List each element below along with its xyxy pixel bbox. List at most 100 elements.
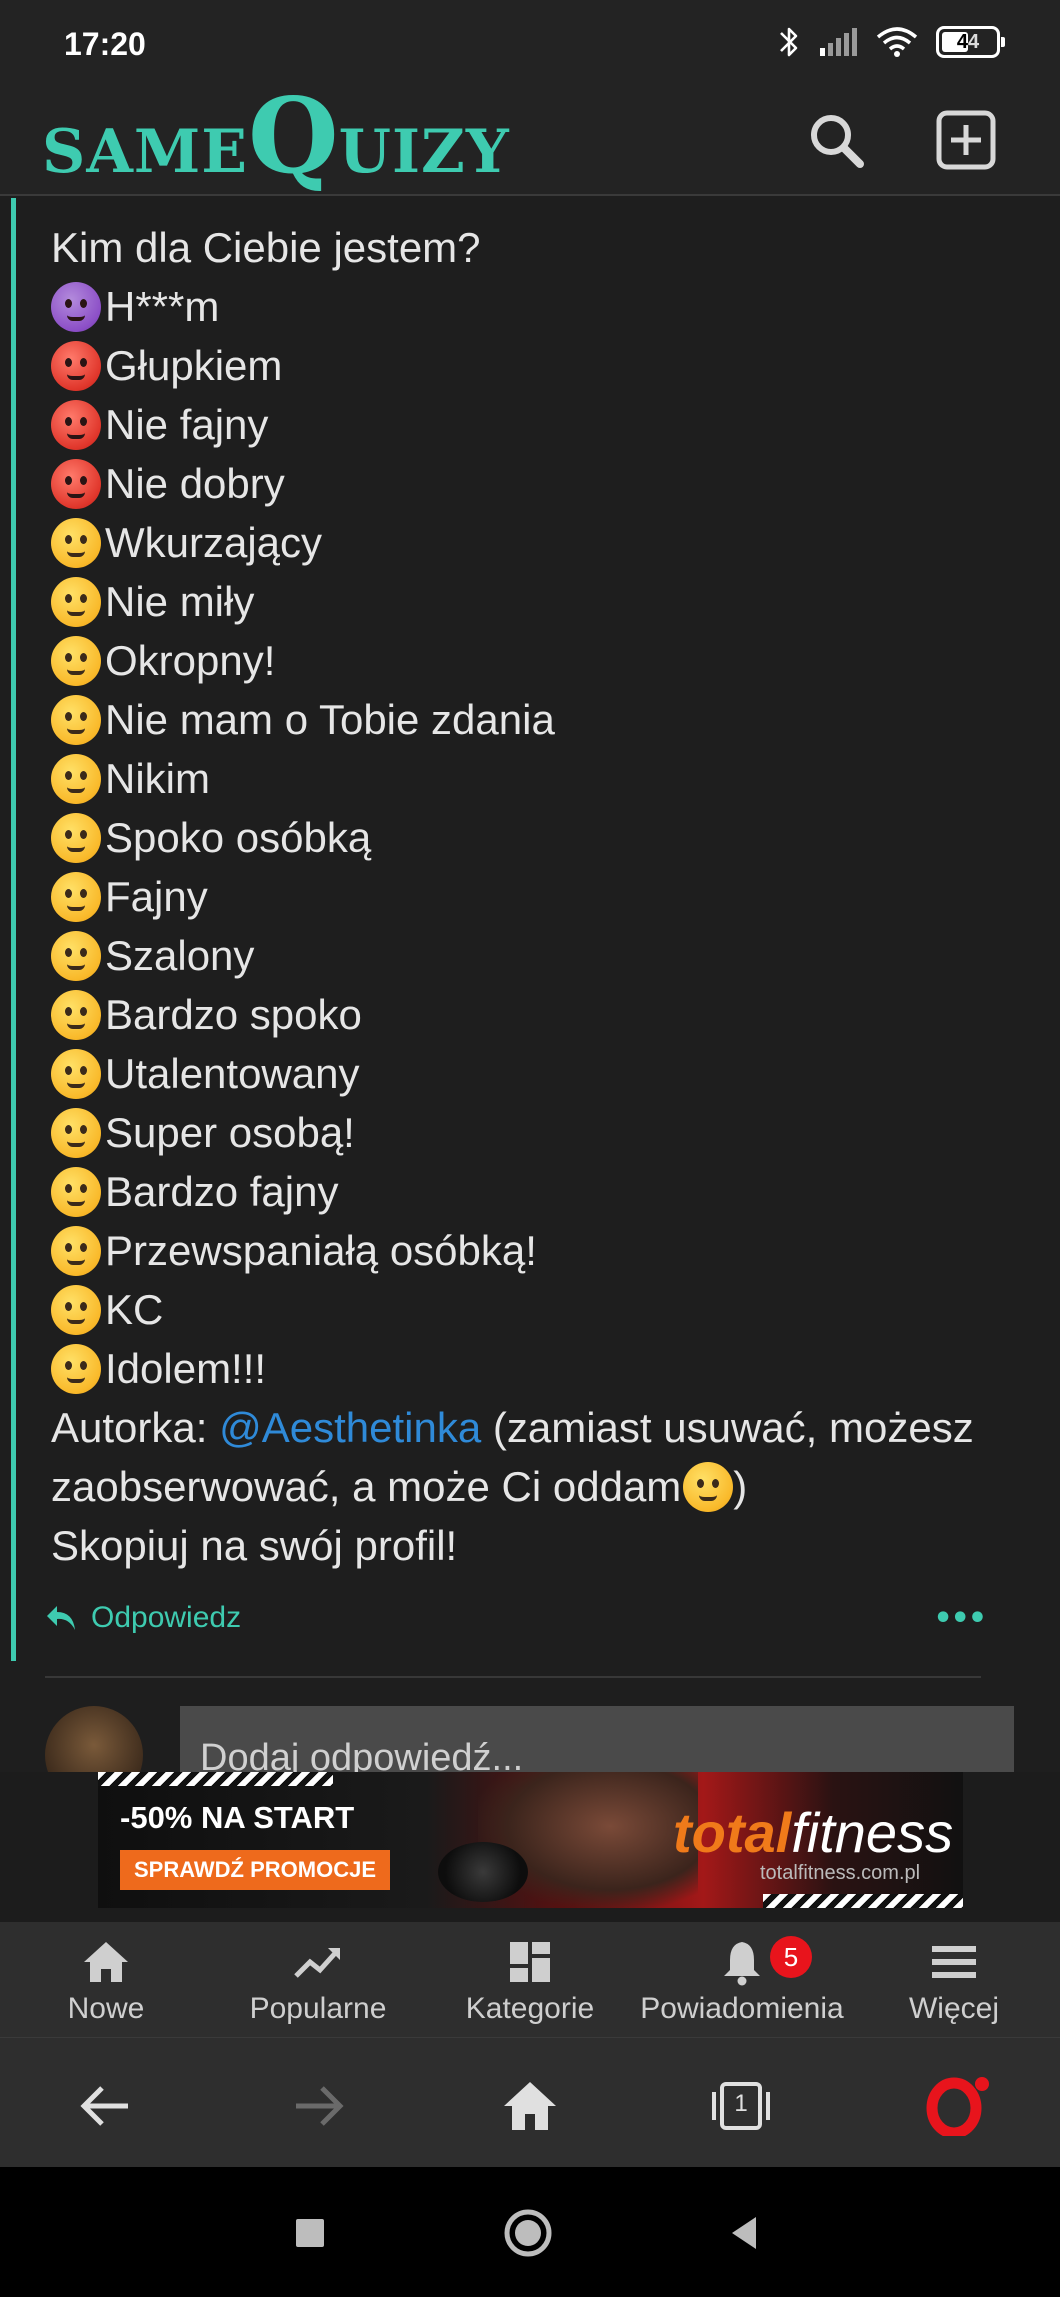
search-icon[interactable] — [804, 108, 868, 172]
comment-line-text: Super osobą! — [105, 1109, 355, 1156]
pouting-face-icon — [51, 458, 101, 509]
comment-line: Fajny — [51, 867, 1011, 926]
comment-line: Nie fajny — [51, 395, 1011, 454]
footer-line: Skopiuj na swój profil! — [51, 1522, 458, 1569]
ad-banner[interactable]: -50% NA START SPRAWDŹ PROMOCJE totalfitn… — [98, 1772, 963, 1908]
flushed-face-icon — [51, 694, 101, 745]
nav-label: Powiadomienia — [640, 1992, 844, 2025]
nav-item-popularne[interactable]: Popularne — [212, 1922, 424, 2037]
comment-line-text: Bardzo fajny — [105, 1168, 339, 1215]
author-prefix: Autorka: — [51, 1404, 220, 1451]
star-struck-face-icon — [51, 1343, 101, 1394]
menu-icon — [932, 1946, 976, 1978]
crying-face-icon — [51, 635, 101, 686]
nav-label: Nowe — [67, 1992, 145, 2025]
forward-arrow-icon[interactable] — [288, 2076, 348, 2136]
comment-line-text: Głupkiem — [105, 342, 283, 389]
opera-icon[interactable] — [922, 2076, 992, 2136]
ad-cta-button[interactable]: SPRAWDŹ PROMOCJE — [120, 1850, 391, 1890]
comment-line: Wkurzający — [51, 513, 1011, 572]
comment-line-text: Przewspaniałą osóbką! — [105, 1227, 537, 1274]
zany-face-icon — [51, 930, 101, 981]
reply-arrow-icon — [47, 1606, 75, 1630]
battery-icon: 44 — [936, 26, 1005, 58]
plus-square-icon[interactable] — [934, 108, 998, 172]
ad-brand-fitness: fitness — [791, 1801, 954, 1864]
author-mention-link[interactable]: @Aesthetinka — [219, 1398, 481, 1457]
comment-line-text: Nie fajny — [105, 401, 269, 448]
nav-label: Kategorie — [465, 1992, 595, 2025]
angry-face-icon — [51, 399, 101, 450]
nav-label: Popularne — [249, 1992, 387, 2025]
winking-face-icon — [51, 1166, 101, 1217]
reply-label: Odpowiedz — [91, 1601, 242, 1634]
comment-line: Nie dobry — [51, 454, 1011, 513]
comment-line-text: H***m — [105, 283, 220, 330]
samequizy-logo[interactable]: sameQuizy — [42, 84, 510, 188]
reply-input[interactable] — [180, 1706, 1014, 1772]
smiling-hearts-face-icon — [51, 1225, 101, 1276]
comment-line: Kim dla Ciebie jestem? — [51, 218, 1011, 277]
ad-url: totalfitness.com.pl — [760, 1862, 921, 1884]
reply-compose — [0, 1706, 1060, 1772]
ad-stripes — [98, 1772, 333, 1786]
comment-line: Przewspaniałą osóbką! — [51, 1221, 1011, 1280]
comment-line: Super osobą! — [51, 1103, 1011, 1162]
tabs-icon[interactable]: 1 — [708, 2076, 774, 2136]
comment-line-text: Utalentowany — [105, 1050, 360, 1097]
notification-badge: 5 — [770, 1936, 812, 1978]
bell-icon — [724, 1942, 760, 1986]
comment-line-text: Kim dla Ciebie jestem? — [51, 224, 481, 271]
comment-line: Głupkiem — [51, 336, 1011, 395]
author-line2-text: zaobserwować, a może Ci oddam — [51, 1463, 682, 1510]
status-bar: 17:20 44 — [0, 0, 1060, 78]
comment-line-text: Szalony — [105, 932, 255, 979]
back-arrow-icon[interactable] — [76, 2076, 136, 2136]
smiling-devil-icon — [51, 281, 101, 332]
recents-icon[interactable] — [284, 2207, 336, 2259]
logo-same: same — [42, 117, 249, 187]
home-icon[interactable] — [500, 2076, 560, 2136]
home-button-icon[interactable] — [502, 2207, 554, 2259]
comment-line: Idolem!!! — [51, 1339, 1011, 1398]
divider — [45, 1676, 981, 1678]
heart-eyes-face-icon — [51, 1284, 101, 1335]
nav-item-wiecej[interactable]: Więcej — [848, 1922, 1060, 2037]
kissing-smiling-eyes-icon — [51, 871, 101, 922]
logo-q: Q — [248, 74, 339, 197]
nav-item-kategorie[interactable]: Kategorie — [424, 1922, 636, 2037]
reply-button[interactable]: Odpowiedz — [45, 1601, 241, 1635]
comment-line-text: Fajny — [105, 873, 208, 920]
bottom-nav: Nowe Popularne Kategorie 5 Powiadomienia… — [0, 1922, 1060, 2037]
avatar[interactable] — [45, 1706, 143, 1772]
comment-line-text: Nie dobry — [105, 460, 285, 507]
author-suffix: (zamiast usuwać, możesz — [481, 1404, 974, 1451]
steam-nose-face-icon — [51, 517, 101, 568]
comment-line: Nie miły — [51, 572, 1011, 631]
nav-item-powiadomienia[interactable]: 5 Powiadomienia — [636, 1922, 848, 2037]
comment-line: H***m — [51, 277, 1011, 336]
kissing-face-icon — [51, 812, 101, 863]
winking-face-icon — [683, 1461, 734, 1512]
comment-line-text: Nikim — [105, 755, 210, 802]
comment-line: Bardzo fajny — [51, 1162, 1011, 1221]
dumbbell-icon — [438, 1842, 528, 1902]
signal-icon — [820, 28, 857, 56]
comment-line: Nikim — [51, 749, 1011, 808]
android-nav-bar — [0, 2167, 1060, 2297]
expressionless-face-icon — [51, 753, 101, 804]
ad-headline: -50% NA START — [120, 1800, 355, 1835]
more-options-icon[interactable]: ••• — [933, 1601, 987, 1636]
comment-line: Spoko osóbką — [51, 808, 1011, 867]
battery-level: 44 — [956, 30, 980, 53]
author-line-2: zaobserwować, a może Ci oddam) — [51, 1457, 1011, 1516]
back-triangle-icon[interactable] — [720, 2207, 772, 2259]
comment-line-text: Okropny! — [105, 637, 276, 684]
face-blowing-kiss-icon — [51, 1048, 101, 1099]
comment-line: Bardzo spoko — [51, 985, 1011, 1044]
home-icon — [84, 1942, 128, 1982]
comment-line-text: Wkurzający — [105, 519, 323, 566]
comment-line: Szalony — [51, 926, 1011, 985]
nav-item-nowe[interactable]: Nowe — [0, 1922, 212, 2037]
browser-toolbar: 1 — [0, 2037, 1060, 2167]
